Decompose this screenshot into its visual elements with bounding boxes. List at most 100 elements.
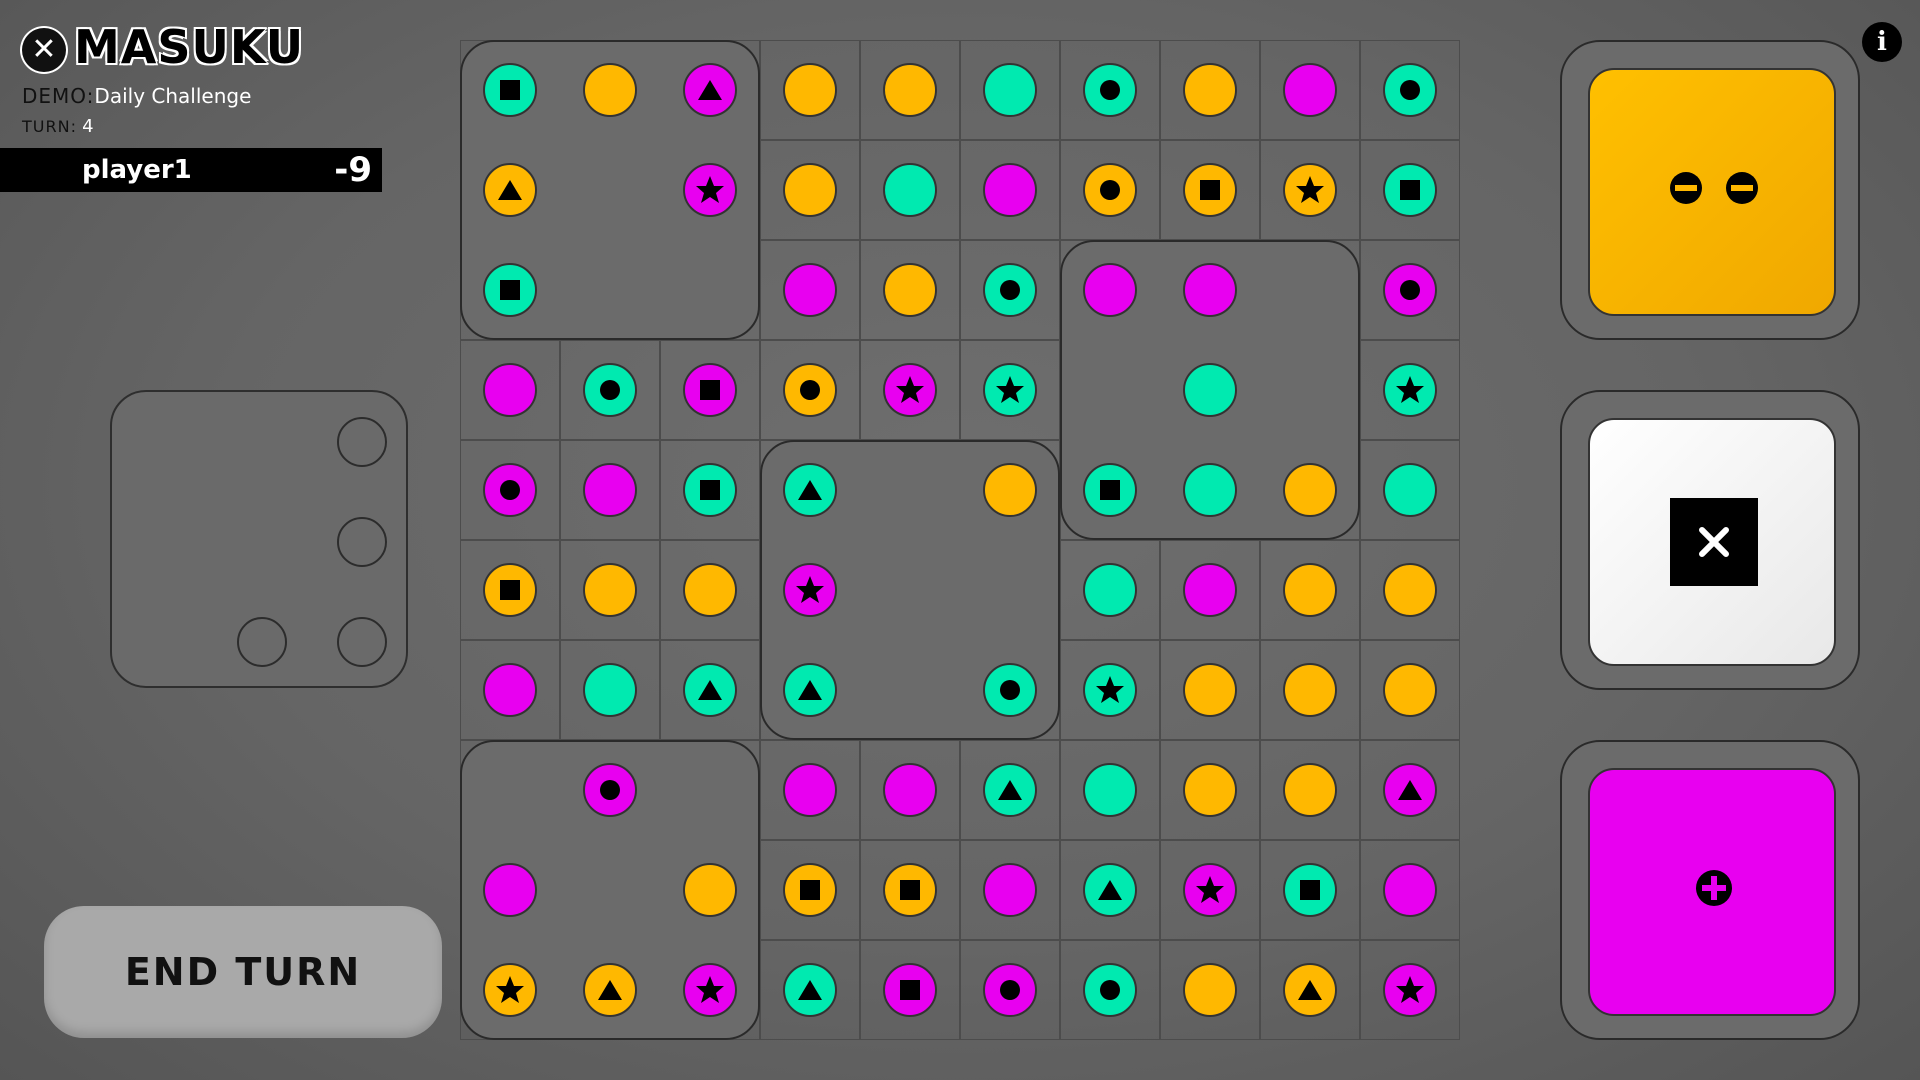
token-magenta[interactable] (483, 363, 537, 417)
token-orange[interactable] (1283, 563, 1337, 617)
token-magenta[interactable] (983, 863, 1037, 917)
triangle-icon (798, 480, 822, 500)
token-magenta-star[interactable] (783, 563, 837, 617)
die-white[interactable] (1588, 418, 1836, 666)
token-teal[interactable] (983, 63, 1037, 117)
token-teal-dot[interactable] (983, 663, 1037, 717)
token-magenta[interactable] (1083, 263, 1137, 317)
info-button[interactable]: i (1862, 22, 1902, 62)
token-teal-dot[interactable] (1083, 963, 1137, 1017)
token-orange-dot[interactable] (1083, 163, 1137, 217)
token-magenta-star[interactable] (883, 363, 937, 417)
token-orange-star[interactable] (1283, 163, 1337, 217)
token-orange-square[interactable] (883, 863, 937, 917)
token-teal-triangle[interactable] (783, 663, 837, 717)
token-teal[interactable] (1183, 463, 1237, 517)
token-magenta-star[interactable] (1183, 863, 1237, 917)
token-orange[interactable] (883, 263, 937, 317)
token-teal-star[interactable] (1383, 363, 1437, 417)
token-magenta-square[interactable] (683, 363, 737, 417)
token-teal-star[interactable] (983, 363, 1037, 417)
token-teal-star[interactable] (1083, 663, 1137, 717)
token-teal-dot[interactable] (983, 263, 1037, 317)
token-orange[interactable] (1283, 663, 1337, 717)
token-teal[interactable] (1183, 363, 1237, 417)
token-orange[interactable] (1183, 963, 1237, 1017)
token-teal-dot[interactable] (583, 363, 637, 417)
token-magenta-dot[interactable] (1383, 263, 1437, 317)
token-magenta[interactable] (783, 263, 837, 317)
token-orange-square[interactable] (783, 863, 837, 917)
token-teal[interactable] (1383, 463, 1437, 517)
token-teal-square[interactable] (683, 463, 737, 517)
token-magenta-star[interactable] (1383, 963, 1437, 1017)
token-teal-square[interactable] (1283, 863, 1337, 917)
token-orange[interactable] (583, 63, 637, 117)
mode-value: Daily Challenge (94, 84, 252, 108)
token-teal-square[interactable] (483, 63, 537, 117)
token-magenta[interactable] (483, 863, 537, 917)
token-magenta-star[interactable] (683, 963, 737, 1017)
token-magenta[interactable] (983, 163, 1037, 217)
token-orange-square[interactable] (1183, 163, 1237, 217)
token-teal-square[interactable] (483, 263, 537, 317)
token-teal-dot[interactable] (1383, 63, 1437, 117)
die-slot-2[interactable] (1560, 390, 1860, 690)
close-button[interactable]: ✕ (22, 28, 66, 72)
token-teal-square[interactable] (1083, 463, 1137, 517)
token-teal[interactable] (1083, 563, 1137, 617)
token-orange-dot[interactable] (783, 363, 837, 417)
token-magenta-square[interactable] (883, 963, 937, 1017)
token-orange[interactable] (683, 863, 737, 917)
token-orange[interactable] (1183, 663, 1237, 717)
token-magenta[interactable] (1183, 263, 1237, 317)
die-slot-1[interactable] (1560, 40, 1860, 340)
token-magenta[interactable] (783, 763, 837, 817)
token-orange[interactable] (1383, 563, 1437, 617)
token-orange[interactable] (1183, 763, 1237, 817)
token-teal[interactable] (1083, 763, 1137, 817)
token-teal-dot[interactable] (1083, 63, 1137, 117)
token-orange[interactable] (783, 163, 837, 217)
token-orange-square[interactable] (483, 563, 537, 617)
token-magenta-star[interactable] (683, 163, 737, 217)
held-piece-slot[interactable] (110, 390, 408, 688)
token-magenta[interactable] (883, 763, 937, 817)
token-magenta-dot[interactable] (583, 763, 637, 817)
token-teal[interactable] (883, 163, 937, 217)
end-turn-button[interactable]: END TURN (44, 906, 442, 1038)
info-icon: i (1877, 27, 1887, 57)
token-orange[interactable] (1283, 463, 1337, 517)
die-orange[interactable] (1588, 68, 1836, 316)
token-orange-star[interactable] (483, 963, 537, 1017)
token-orange[interactable] (583, 563, 637, 617)
token-teal-square[interactable] (1383, 163, 1437, 217)
token-orange-triangle[interactable] (1283, 963, 1337, 1017)
token-magenta[interactable] (483, 663, 537, 717)
token-orange[interactable] (883, 63, 937, 117)
token-magenta[interactable] (1183, 563, 1237, 617)
token-orange[interactable] (1383, 663, 1437, 717)
token-teal-triangle[interactable] (783, 463, 837, 517)
die-magenta[interactable] (1588, 768, 1836, 1016)
token-orange[interactable] (983, 463, 1037, 517)
token-magenta[interactable] (1383, 863, 1437, 917)
token-teal[interactable] (583, 663, 637, 717)
token-teal-triangle[interactable] (683, 663, 737, 717)
token-magenta-dot[interactable] (983, 963, 1037, 1017)
token-orange-triangle[interactable] (583, 963, 637, 1017)
token-magenta-triangle[interactable] (1383, 763, 1437, 817)
token-magenta[interactable] (583, 463, 637, 517)
token-orange[interactable] (683, 563, 737, 617)
token-teal-triangle[interactable] (783, 963, 837, 1017)
token-teal-triangle[interactable] (1083, 863, 1137, 917)
token-orange[interactable] (1283, 763, 1337, 817)
token-magenta-dot[interactable] (483, 463, 537, 517)
token-magenta[interactable] (1283, 63, 1337, 117)
token-orange-triangle[interactable] (483, 163, 537, 217)
token-orange[interactable] (783, 63, 837, 117)
token-orange[interactable] (1183, 63, 1237, 117)
token-magenta-triangle[interactable] (683, 63, 737, 117)
die-slot-3[interactable] (1560, 740, 1860, 1040)
token-teal-triangle[interactable] (983, 763, 1037, 817)
